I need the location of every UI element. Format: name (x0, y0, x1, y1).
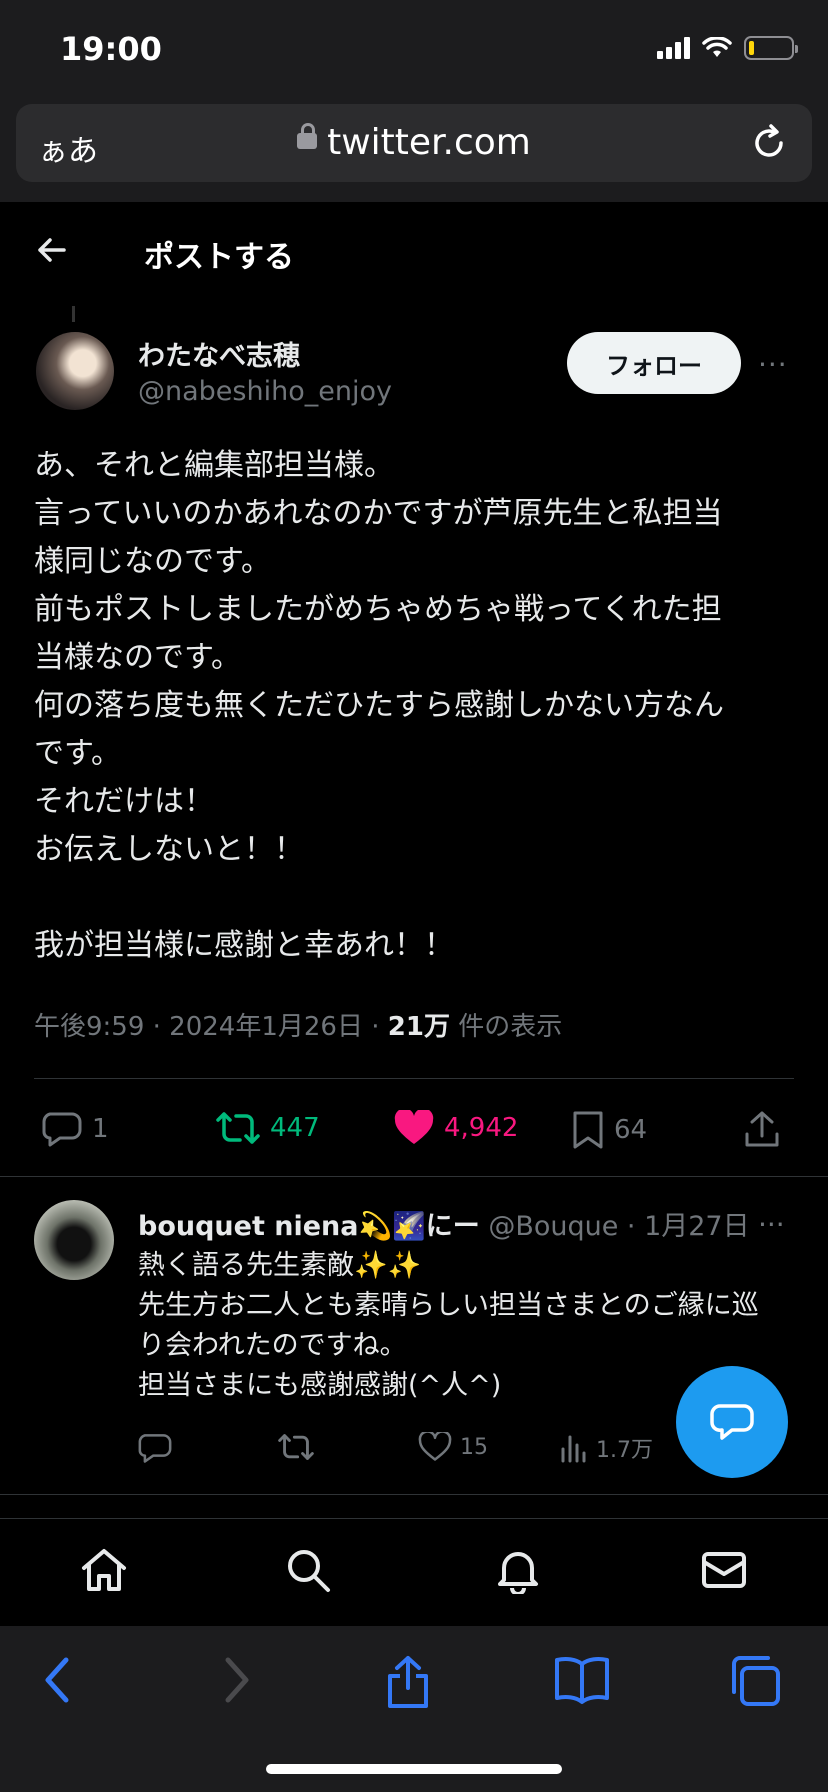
tweet-text-line: 言っていいのかあれなのかですが芦原先生と私担当 (34, 496, 723, 531)
page-title: ポストする (144, 240, 294, 275)
tweet-text-line: 様同じなのです。 (34, 544, 271, 579)
wifi-icon (702, 37, 732, 57)
reply-handle-date[interactable]: @Bouque · 1月27日 (480, 1211, 749, 1242)
tweet-timestamp[interactable]: 午後9:59 · 2024年1月26日 · (34, 1012, 388, 1042)
tweet-text-line: 前もポストしましたがめちゃめちゃ戦ってくれた担 (34, 592, 722, 627)
tweet-text-line (34, 874, 804, 922)
cellular-signal-icon (657, 37, 690, 59)
divider (0, 1494, 828, 1495)
status-time: 19:00 (60, 30, 162, 68)
url-text: twitter.com (327, 122, 531, 163)
safari-back-icon[interactable] (40, 1654, 76, 1706)
battery-icon (744, 36, 798, 60)
bottom-navigation (0, 1520, 828, 1626)
tweet-actions: 1 447 4,942 64 (0, 1100, 828, 1160)
tweet-meta: 午後9:59 · 2024年1月26日 · 21万 件の表示 (34, 1006, 562, 1043)
mail-icon[interactable] (700, 1546, 748, 1594)
divider (0, 1518, 828, 1519)
heart-outline-icon (418, 1432, 452, 1461)
tweet-text-line: です。 (34, 736, 121, 771)
author-handle[interactable]: @nabeshiho_enjoy (138, 376, 392, 407)
reply-repost-button[interactable] (278, 1432, 314, 1462)
divider (34, 1078, 794, 1079)
reply-text-line: 先生方お二人とも素晴らしい担当さまとのご縁に巡 (138, 1290, 759, 1321)
lock-icon (297, 123, 318, 149)
reply-like-button[interactable]: 15 (418, 1432, 488, 1462)
follow-button[interactable]: フォロー (567, 332, 741, 394)
thread-connector (72, 306, 75, 322)
view-count-label: 件の表示 (449, 1012, 563, 1042)
reply-text-line: り会われたのですね。 (138, 1330, 407, 1361)
repost-button[interactable]: 447 (216, 1110, 320, 1146)
reply-more-options-icon[interactable]: ··· (758, 1208, 785, 1241)
like-button[interactable]: 4,942 (394, 1110, 518, 1146)
safari-forward-icon[interactable] (218, 1654, 254, 1706)
url-display[interactable]: twitter.com (16, 122, 812, 163)
repost-count: 447 (270, 1113, 320, 1143)
share-icon (745, 1111, 779, 1147)
author-name[interactable]: わたなべ志穂 (138, 334, 300, 373)
home-icon[interactable] (80, 1546, 128, 1594)
compose-icon (710, 1404, 754, 1440)
browser-address-area: ぁあ twitter.com (0, 100, 828, 202)
repost-icon (278, 1434, 314, 1460)
like-count: 4,942 (444, 1113, 519, 1143)
reply-icon (42, 1112, 82, 1147)
reply-like-count: 15 (460, 1434, 488, 1460)
compose-reply-button[interactable] (676, 1366, 788, 1478)
view-count: 21万 (387, 1012, 450, 1042)
tweet-text-line: 我が担当様に感謝と幸あれ！！ (34, 928, 454, 963)
repost-icon (216, 1112, 260, 1144)
tweet-text-line: あ、それと編集部担当様。 (34, 448, 394, 483)
reply-text-line: 熱く語る先生素敵✨✨ (138, 1250, 422, 1281)
safari-share-icon[interactable] (384, 1654, 432, 1710)
safari-bookmarks-icon[interactable] (554, 1654, 610, 1706)
bookmark-button[interactable]: 64 (572, 1110, 647, 1150)
divider (0, 1176, 828, 1177)
tweet-text-line: それだけは！ (34, 784, 214, 819)
status-icons (657, 36, 798, 60)
bell-icon[interactable] (494, 1546, 542, 1594)
status-bar: 19:00 (0, 0, 828, 100)
tweet-text: あ、それと編集部担当様。 言っていいのかあれなのかですが芦原先生と私担当 様同じ… (34, 442, 804, 970)
reply-header: bouquet niena💫🌠にー @Bouque · 1月27日 (138, 1204, 778, 1243)
views-icon (561, 1435, 586, 1463)
reply-views-button[interactable]: 1.7万 (560, 1432, 653, 1464)
search-icon[interactable] (284, 1546, 332, 1594)
home-indicator[interactable] (266, 1764, 562, 1774)
reply-author-name[interactable]: bouquet niena💫🌠にー (138, 1211, 480, 1242)
more-options-icon[interactable]: ··· (758, 348, 788, 381)
tweet-text-line: 当様なのです。 (34, 640, 241, 675)
reply-count: 1 (92, 1114, 109, 1144)
reply-button[interactable]: 1 (42, 1110, 109, 1148)
back-arrow-icon[interactable] (34, 232, 70, 268)
page-header: ポストする (0, 202, 828, 302)
bookmark-count: 64 (614, 1115, 648, 1145)
safari-tabs-icon[interactable] (728, 1654, 782, 1708)
reload-icon[interactable] (750, 124, 788, 162)
reply-icon (138, 1434, 172, 1463)
reply-view-count: 1.7万 (596, 1438, 653, 1463)
tweet-text-line: お伝えしないと！！ (34, 832, 304, 867)
reply-reply-button[interactable] (138, 1432, 172, 1464)
heart-icon (394, 1110, 434, 1144)
share-button[interactable] (744, 1110, 780, 1148)
reply-avatar[interactable] (34, 1200, 114, 1280)
bookmark-icon (573, 1111, 603, 1149)
tweet-text-line: 何の落ち度も無くただひたすら感謝しかない方なん (34, 688, 724, 723)
author-avatar[interactable] (36, 332, 114, 410)
address-bar[interactable]: ぁあ twitter.com (16, 104, 812, 182)
